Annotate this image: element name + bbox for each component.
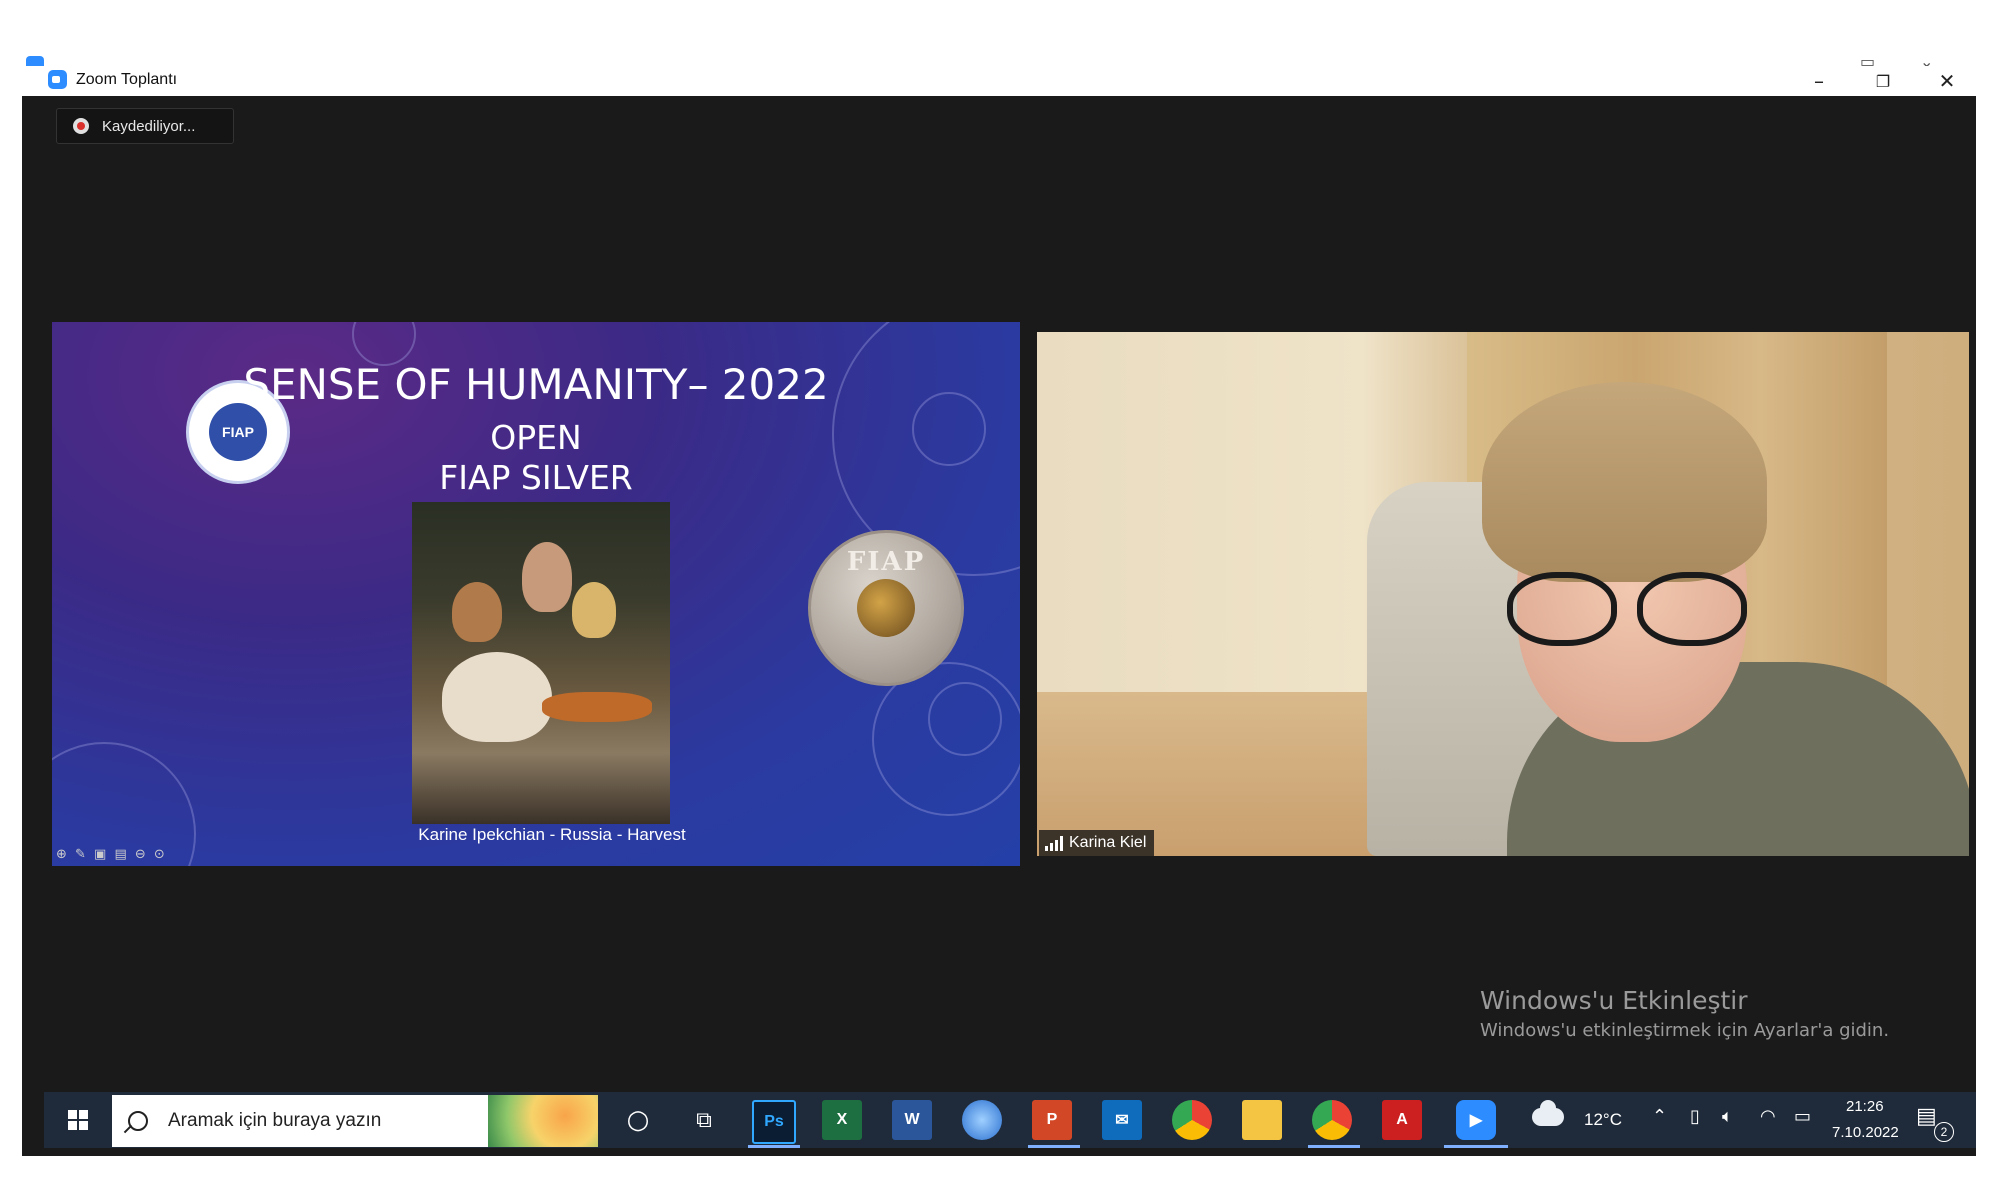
word-icon[interactable]: W [892, 1100, 932, 1140]
chrome-active-indicator [1308, 1145, 1360, 1148]
powerpoint-icon[interactable]: P [1032, 1100, 1072, 1140]
zoom-logo-icon [48, 70, 67, 89]
mail-icon[interactable]: ✉ [1102, 1100, 1142, 1140]
decor-ring [928, 682, 1002, 756]
chrome-profile-icon[interactable] [1312, 1100, 1352, 1140]
participant-video[interactable] [1037, 332, 1969, 856]
minimize-button[interactable]: – [1796, 66, 1842, 96]
search-highlight-art [488, 1095, 598, 1147]
photoshop-active-indicator [748, 1145, 800, 1148]
shared-screen-slide: FIAP SENSE OF HUMANITY– 2022 OPEN FIAP S… [52, 322, 1020, 866]
medal-text: FIAP [846, 547, 926, 577]
activation-watermark-subtitle: Windows'u etkinleştirmek için Ayarlar'a … [1480, 1020, 1890, 1041]
weather-temperature[interactable]: 12°C [1584, 1110, 1622, 1130]
web-browser-icon[interactable] [962, 1100, 1002, 1140]
volume-icon[interactable]: 🔈︎ [1722, 1106, 1733, 1127]
video-person-hair [1482, 382, 1767, 582]
zoom-active-indicator [1444, 1145, 1508, 1148]
cortana-icon[interactable]: ○ [618, 1100, 658, 1140]
adobe-reader-icon[interactable]: A [1382, 1100, 1422, 1140]
recording-label: Kaydediliyor... [102, 117, 196, 135]
photoshop-icon[interactable]: Ps [752, 1100, 796, 1144]
clock-time[interactable]: 21:26 [1846, 1098, 1884, 1115]
video-person-glasses [1507, 572, 1747, 646]
participant-name-tag: Karina Kiel [1039, 830, 1155, 856]
medal-globe [857, 579, 915, 637]
photo-fruit [542, 692, 652, 722]
notification-count-badge: 2 [1934, 1122, 1954, 1142]
wifi-icon[interactable]: ◠ [1760, 1106, 1776, 1127]
recording-indicator[interactable]: Kaydediliyor... [56, 108, 234, 144]
close-button[interactable]: ✕ [1924, 66, 1970, 96]
activation-watermark-title: Windows'u Etkinleştir [1480, 986, 1748, 1015]
window-title: Zoom Toplantı [76, 71, 178, 88]
photo-dog [442, 652, 552, 742]
start-button[interactable] [50, 1092, 106, 1148]
photo-figure [452, 582, 502, 642]
search-placeholder: Aramak için buraya yazın [168, 1110, 382, 1131]
photo-caption: Karine Ipekchian - Russia - Harvest [418, 825, 686, 844]
taskbar-search[interactable]: Aramak için buraya yazın [112, 1095, 598, 1147]
chrome-icon[interactable] [1172, 1100, 1212, 1140]
file-explorer-icon[interactable] [1242, 1100, 1282, 1140]
participant-name: Karina Kiel [1069, 834, 1147, 851]
zoom-taskbar-icon[interactable]: ▶ [1456, 1100, 1496, 1140]
title-bar[interactable] [22, 66, 1976, 96]
fiap-medal: FIAP [808, 530, 964, 686]
record-icon [73, 118, 89, 134]
excel-icon[interactable]: X [822, 1100, 862, 1140]
search-icon [128, 1111, 148, 1131]
slide-toolbar[interactable]: ⊕ ✎ ▣ ▤ ⊖ ⊙ [56, 847, 167, 862]
clock-date[interactable]: 7.10.2022 [1832, 1124, 1899, 1141]
usb-device-icon[interactable]: ▯ [1690, 1106, 1700, 1127]
task-view-icon[interactable]: ⧉ [684, 1100, 724, 1140]
signal-strength-icon [1045, 835, 1063, 851]
photo-figure [572, 582, 616, 638]
photo-figure [522, 542, 572, 612]
battery-icon[interactable]: ▭ [1794, 1106, 1811, 1127]
weather-cloud-icon[interactable] [1532, 1100, 1564, 1126]
show-hidden-icons-chevron-icon[interactable]: ⌃ [1652, 1106, 1667, 1127]
award-photo [412, 502, 670, 824]
slide-award: FIAP SILVER [439, 458, 633, 497]
slide-title: SENSE OF HUMANITY– 2022 [243, 360, 829, 409]
restore-button[interactable]: ❐ [1860, 66, 1906, 96]
powerpoint-active-indicator [1028, 1145, 1080, 1148]
slide-subtitle: OPEN [490, 418, 582, 457]
windows-logo-icon [68, 1110, 88, 1130]
